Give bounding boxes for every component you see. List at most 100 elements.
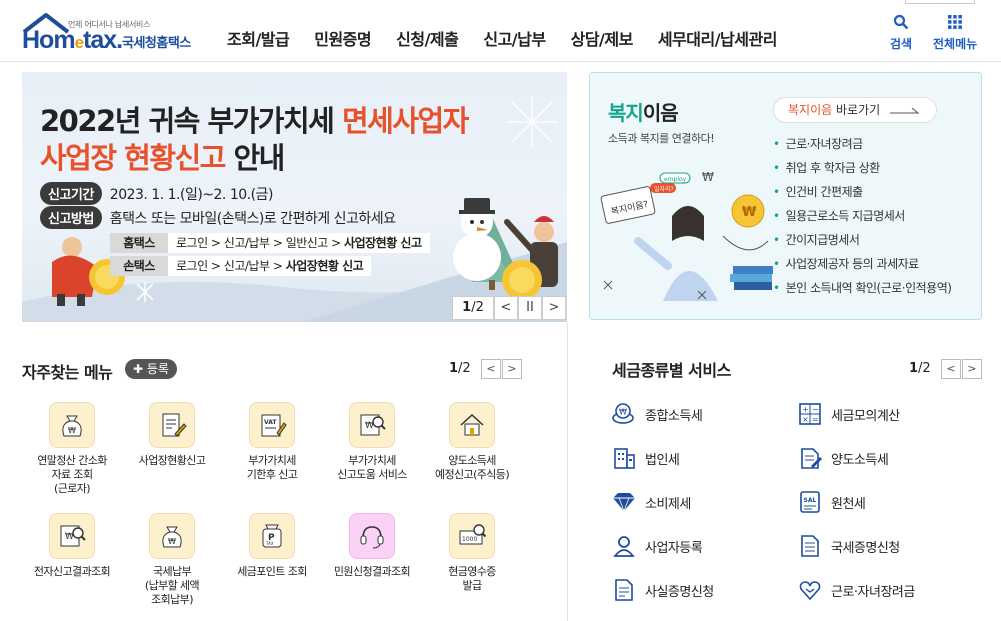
nav-apply-submit[interactable]: 신청/제출 [396,26,459,50]
all-menu-button[interactable]: 전체메뉴 [933,14,977,52]
tax-service-business-registration[interactable]: 사업자등록 [611,533,703,559]
hometax-route: 홈택스 로그인 > 신고/납부 > 일반신고 > 사업장현황 신고 [110,233,430,253]
welfare-link[interactable]: 취업 후 학자금 상환 [773,160,951,184]
tax-service-withholding[interactable]: SAL 원천세 [797,489,866,515]
document-edit-icon [149,402,195,448]
banner-pause-button[interactable]: II [518,296,542,320]
top-utility-tab[interactable] [905,0,975,4]
tax-services-next-button[interactable]: > [962,359,982,379]
banner-page-total: /2 [471,300,484,315]
menu-vat-help-service[interactable]: ₩ 부가가치세 신고도움 서비스 [327,402,417,482]
frequent-prev-button[interactable]: < [481,359,501,379]
nav-inquiry-issue[interactable]: 조회/발급 [227,26,290,50]
house-icon [449,402,495,448]
tax-service-label: 사실증명신청 [645,584,714,600]
welfare-link[interactable]: 간이지급명세서 [773,232,951,256]
won-search-icon: ₩ [49,513,95,559]
svg-text:VAT: VAT [264,419,277,426]
svg-text:+: + [802,405,809,414]
nav-civil-certificate[interactable]: 민원증명 [314,26,371,50]
menu-transfer-income-stock[interactable]: 양도소득세 예정신고(주식등) [427,402,517,482]
menu-item-label: 세금포인트 조회 [237,565,307,578]
menu-item-label: 국세납부 (납부할 세액 조회납부) [144,565,200,606]
chevron-left-icon: < [946,362,956,375]
tax-service-transfer-income[interactable]: 양도소득세 [797,445,889,471]
main-nav: 조회/발급 민원증명 신청/제출 신고/납부 상담/제보 세무대리/납세관리 [227,26,802,50]
welfare-illustration: 복지이음? 일자리? employ ₩ ₩ [600,171,773,301]
headset-icon [349,513,395,559]
svg-text:TAX: TAX [265,541,274,546]
goto-accent-label: 복지이음 [788,103,833,117]
menu-year-end-settlement[interactable]: ₩ 연말정산 간소화 자료 조회 (근로자) [27,402,117,496]
banner-prev-button[interactable]: < [494,296,518,320]
search-label: 검색 [890,37,913,51]
tax-service-global-income[interactable]: ₩ 종합소득세 [611,401,703,427]
menu-business-status-report[interactable]: 사업장현황신고 [127,402,217,468]
document-icon [611,577,637,603]
welfare-link[interactable]: 인건비 간편제출 [773,184,951,208]
tax-service-consumption[interactable]: 소비제세 [611,489,691,515]
menu-item-label: 전자신고결과조회 [33,565,111,578]
money-bag-icon: ₩ [49,402,95,448]
menu-national-tax-payment[interactable]: ₩ 국세납부 (납부할 세액 조회납부) [127,513,217,607]
menu-civil-request-result[interactable]: 민원신청결과조회 [327,513,417,579]
period-badge: 신고기간 [40,182,102,205]
welfare-goto-button[interactable]: 복지이음 바로가기 [773,97,937,123]
tax-service-fact-certificate[interactable]: 사실증명신청 [611,577,714,603]
nav-consult-report[interactable]: 상담/제보 [571,26,634,50]
logo-nts-name: 국세청홈택스 [122,36,191,51]
banner-period-row: 신고기간 2023. 1. 1.(일)~2. 10.(금) [40,182,273,205]
menu-e-filing-result[interactable]: ₩ 전자신고결과조회 [27,513,117,579]
certificate-icon [797,533,823,559]
tax-service-label: 소비제세 [645,496,691,512]
menu-cash-receipt-issue[interactable]: 1000 현금영수증 발급 [427,513,517,593]
tax-service-label: 법인세 [645,452,680,468]
period-text: 2023. 1. 1.(일)~2. 10.(금) [109,187,274,203]
svg-text:₩: ₩ [619,408,627,417]
tax-service-simulation[interactable]: + − × = 세금모의계산 [797,401,900,427]
menu-item-label: 부가가치세 기한후 신고 [246,454,298,481]
tax-services-prev-button[interactable]: < [941,359,961,379]
welfare-link[interactable]: 본인 소득내역 확인(근로·인적용역) [773,280,952,304]
welfare-link[interactable]: 사업장제공자 등의 과세자료 [773,256,951,280]
tax-service-corporate[interactable]: 법인세 [611,445,680,471]
welfare-subtitle: 소득과 복지를 연결하다! [608,132,715,145]
frequent-pager: 1/2 [449,361,471,376]
chevron-right-icon: > [967,362,977,375]
svg-text:−: − [812,405,819,414]
search-icon [893,14,909,30]
route-tag-sontax: 손택스 [110,256,168,276]
plus-icon: ✚ [133,362,147,376]
svg-text:employ: employ [664,176,687,183]
banner-title-line2: 사업장 현황신고 안내 [40,141,285,175]
svg-text:₩: ₩ [68,426,76,435]
welfare-link[interactable]: 근로·자녀장려금 [773,136,951,160]
diamond-icon [611,489,637,515]
register-menu-button[interactable]: ✚ 등록 [125,359,177,379]
method-badge: 신고방법 [40,206,102,229]
frequent-menu-title: 자주찾는 메뉴 [22,363,113,382]
banner-method-row: 신고방법 홈택스 또는 모바일(손택스)로 간편하게 신고하세요 [40,206,396,229]
menu-item-label: 현금영수증 발급 [448,565,496,592]
heart-icon [797,577,823,603]
sal-receipt-icon: SAL [797,489,823,515]
tax-services-title: 세금종류별 서비스 [612,361,731,380]
menu-tax-point-inquiry[interactable]: P TAX 세금포인트 조회 [227,513,317,579]
tax-service-label: 원천세 [831,496,866,512]
svg-text:SAL: SAL [804,497,817,504]
banner-next-button[interactable]: > [542,296,566,320]
hometax-logo[interactable]: 언제 어디서나 납세서비스 Hometax. 국세청홈택스 [22,12,207,54]
sontax-route: 손택스 로그인 > 신고/납부 > 사업장현황 신고 [110,256,372,276]
tax-service-earned-income-credit[interactable]: 근로·자녀장려금 [797,577,915,603]
welfare-link[interactable]: 일용근로소득 지급명세서 [773,208,951,232]
tax-service-label: 국세증명신청 [831,540,900,556]
tax-service-tax-certificate[interactable]: 국세증명신청 [797,533,900,559]
nav-tax-agent[interactable]: 세무대리/납세관리 [658,26,778,50]
menu-vat-late-report[interactable]: VAT 부가가치세 기한후 신고 [227,402,317,482]
nav-report-pay[interactable]: 신고/납부 [483,26,546,50]
chevron-right-icon: > [507,362,517,375]
main-banner[interactable]: 2022년 귀속 부가가치세 면세사업자 사업장 현황신고 안내 신고기간 20… [22,72,567,322]
transfer-document-icon [797,445,823,471]
frequent-next-button[interactable]: > [502,359,522,379]
search-button[interactable]: 검색 [890,14,912,52]
